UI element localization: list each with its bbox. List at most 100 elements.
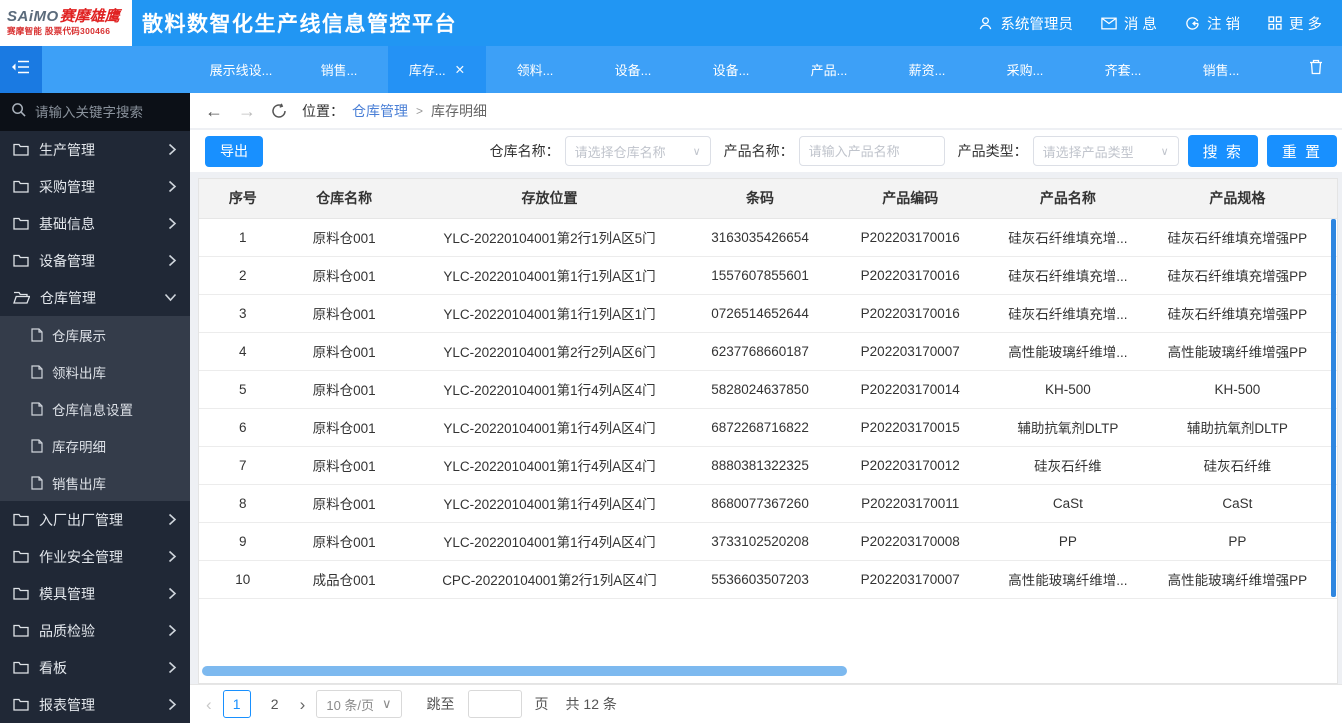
messages-button[interactable]: 消 息 — [1101, 13, 1157, 34]
jump-label: 跳至 — [426, 696, 455, 712]
table-row[interactable]: 9 原料仓001 YLC-20220104001第1行4列A区4门 373310252… — [199, 522, 1337, 561]
tab-item-3[interactable]: 领料... — [486, 46, 584, 93]
tab-label: 领料... — [516, 63, 554, 78]
table-cell: P202203170011 — [822, 484, 998, 523]
tab-item-9[interactable]: 齐套... — [1074, 46, 1172, 93]
tab-label: 库存... — [408, 63, 446, 78]
table-row[interactable]: 3 原料仓001 YLC-20220104001第1行1列A区1门 072651465… — [199, 294, 1337, 333]
tab-list: 展示线设... 销售... 库存... ✕ 领料... 设备... 设备... 产品... 薪资… — [192, 46, 1290, 93]
table-row[interactable]: 5 原料仓001 YLC-20220104001第1行4列A区4门 582802463… — [199, 370, 1337, 409]
breadcrumb: 位置： 仓库管理 > 库存明细 — [302, 101, 487, 121]
chevron-down-icon — [164, 293, 177, 302]
table-cell: P202203170012 — [822, 446, 998, 485]
reset-button[interactable]: 重 置 — [1266, 135, 1337, 167]
app-root: SAiMO赛摩雄鹰 赛摩智能 股票代码300466 散料数智化生产线信息管控平台… — [0, 0, 1342, 723]
table-cell: P202203170008 — [822, 522, 998, 561]
sidebar-item-label: 基础信息 — [39, 215, 95, 232]
sidebar-subitem-4[interactable]: 销售出库 — [0, 464, 190, 501]
sidebar-item-1[interactable]: 采购管理 — [0, 168, 190, 205]
sidebar-subitem-2[interactable]: 仓库信息设置 — [0, 390, 190, 427]
user-menu[interactable]: 系统管理员 — [978, 13, 1073, 34]
column-header-0[interactable]: 序号 — [199, 179, 287, 219]
sidebar-item-0[interactable]: 生产管理 — [0, 131, 190, 168]
tab-item-5[interactable]: 设备... — [682, 46, 780, 93]
table-cell: 7 — [199, 446, 287, 485]
tab-item-6[interactable]: 产品... — [780, 46, 878, 93]
breadcrumb-bar: ← → 位置： 仓库管理 > 库存明细 — [190, 93, 1342, 130]
sidebar-item-5[interactable]: 入厂出厂管理 — [0, 501, 190, 538]
table-row[interactable]: 1 原料仓001 YLC-20220104001第2行1列A区5门 316303542… — [199, 218, 1337, 257]
sidebar-subitem-3[interactable]: 库存明细 — [0, 427, 190, 464]
table-row[interactable]: 2 原料仓001 YLC-20220104001第1行1列A区1门 155760785… — [199, 256, 1337, 295]
document-icon — [31, 401, 43, 416]
column-header-5[interactable]: 产品名称 — [997, 179, 1138, 219]
table-row[interactable]: 6 原料仓001 YLC-20220104001第1行4列A区4门 687226871… — [199, 408, 1337, 447]
sidebar-subitem-1[interactable]: 领料出库 — [0, 353, 190, 390]
document-icon — [31, 364, 43, 379]
table-cell: 9 — [199, 522, 287, 561]
pagination-bar: ‹ 12 › 10 条/页 ∨ 跳至 页 共 12 条 — [190, 684, 1342, 723]
sidebar-search-input[interactable] — [35, 104, 179, 120]
sidebar-item-7[interactable]: 模具管理 — [0, 575, 190, 612]
sidebar-item-label: 生产管理 — [39, 141, 95, 158]
sidebar-subitem-0[interactable]: 仓库展示 — [0, 316, 190, 353]
tab-item-8[interactable]: 采购... — [976, 46, 1074, 93]
tab-item-10[interactable]: 销售... — [1172, 46, 1270, 93]
column-header-4[interactable]: 产品编码 — [822, 179, 998, 219]
sidebar-item-10[interactable]: 报表管理 — [0, 686, 190, 723]
table-row[interactable]: 4 原料仓001 YLC-20220104001第2行2列A区6门 623776866… — [199, 332, 1337, 371]
forward-button[interactable]: → — [238, 102, 256, 120]
page-size-select[interactable]: 10 条/页 ∨ — [316, 690, 402, 718]
tab-item-0[interactable]: 展示线设... — [192, 46, 290, 93]
table-row[interactable]: 7 原料仓001 YLC-20220104001第1行4列A区4门 888038132… — [199, 446, 1337, 485]
table-row[interactable]: 8 原料仓001 YLC-20220104001第1行4列A区4门 868007736… — [199, 484, 1337, 523]
warehouse-select[interactable]: 请选择仓库名称 ∨ — [564, 136, 711, 166]
refresh-button[interactable] — [271, 103, 287, 119]
tab-close-icon[interactable]: ✕ — [455, 62, 465, 77]
warehouse-filter-label: 仓库名称： — [489, 143, 560, 159]
prev-page-button[interactable]: ‹ — [206, 696, 212, 713]
sidebar-item-label: 设备管理 — [39, 252, 95, 269]
product-type-select[interactable]: 请选择产品类型 ∨ — [1032, 136, 1179, 166]
column-header-2[interactable]: 存放位置 — [401, 179, 698, 219]
logout-button[interactable]: 注 销 — [1185, 13, 1240, 34]
tab-item-7[interactable]: 薪资... — [878, 46, 976, 93]
tab-label: 设备... — [712, 63, 750, 78]
table-cell: 成品仓001 — [286, 560, 402, 599]
breadcrumb-separator: > — [416, 103, 424, 118]
table-cell: 硅灰石纤维填充增强PP — [1137, 256, 1337, 295]
page-number-1[interactable]: 1 — [222, 690, 251, 718]
sidebar-item-label: 作业安全管理 — [39, 548, 123, 565]
chevron-right-icon — [168, 217, 177, 230]
sidebar-item-9[interactable]: 看板 — [0, 649, 190, 686]
close-all-tabs-button[interactable] — [1290, 46, 1342, 93]
sidebar-item-8[interactable]: 品质检验 — [0, 612, 190, 649]
table-cell: YLC-20220104001第1行4列A区4门 — [401, 370, 698, 409]
sidebar-collapse-button[interactable] — [0, 46, 42, 93]
horizontal-scrollbar[interactable] — [202, 666, 848, 676]
more-button[interactable]: 更 多 — [1268, 13, 1322, 34]
export-button[interactable]: 导出 — [205, 135, 263, 167]
tab-item-4[interactable]: 设备... — [584, 46, 682, 93]
chevron-right-icon — [168, 661, 177, 674]
column-header-6[interactable]: 产品规格 — [1137, 179, 1337, 219]
column-header-1[interactable]: 仓库名称 — [286, 179, 402, 219]
breadcrumb-parent-link[interactable]: 仓库管理 — [352, 101, 408, 121]
table-cell: 原料仓001 — [286, 294, 402, 333]
next-page-button[interactable]: › — [300, 696, 306, 713]
tab-item-1[interactable]: 销售... — [290, 46, 388, 93]
jump-page-input[interactable] — [467, 690, 522, 718]
page-number-2[interactable]: 2 — [261, 690, 289, 718]
back-button[interactable]: ← — [205, 102, 223, 120]
sidebar-item-3[interactable]: 设备管理 — [0, 242, 190, 279]
product-name-input[interactable] — [808, 143, 935, 159]
vertical-scrollbar[interactable] — [1331, 219, 1336, 597]
tab-item-2[interactable]: 库存... ✕ — [388, 46, 486, 93]
table-cell: 6872268716822 — [697, 408, 823, 447]
sidebar-item-2[interactable]: 基础信息 — [0, 205, 190, 242]
table-row[interactable]: 10 成品仓001 CPC-20220104001第2行1列A区4门 55366035… — [199, 560, 1337, 599]
sidebar-item-4[interactable]: 仓库管理 — [0, 279, 190, 316]
column-header-3[interactable]: 条码 — [697, 179, 823, 219]
sidebar-item-6[interactable]: 作业安全管理 — [0, 538, 190, 575]
search-button[interactable]: 搜 索 — [1187, 135, 1258, 167]
